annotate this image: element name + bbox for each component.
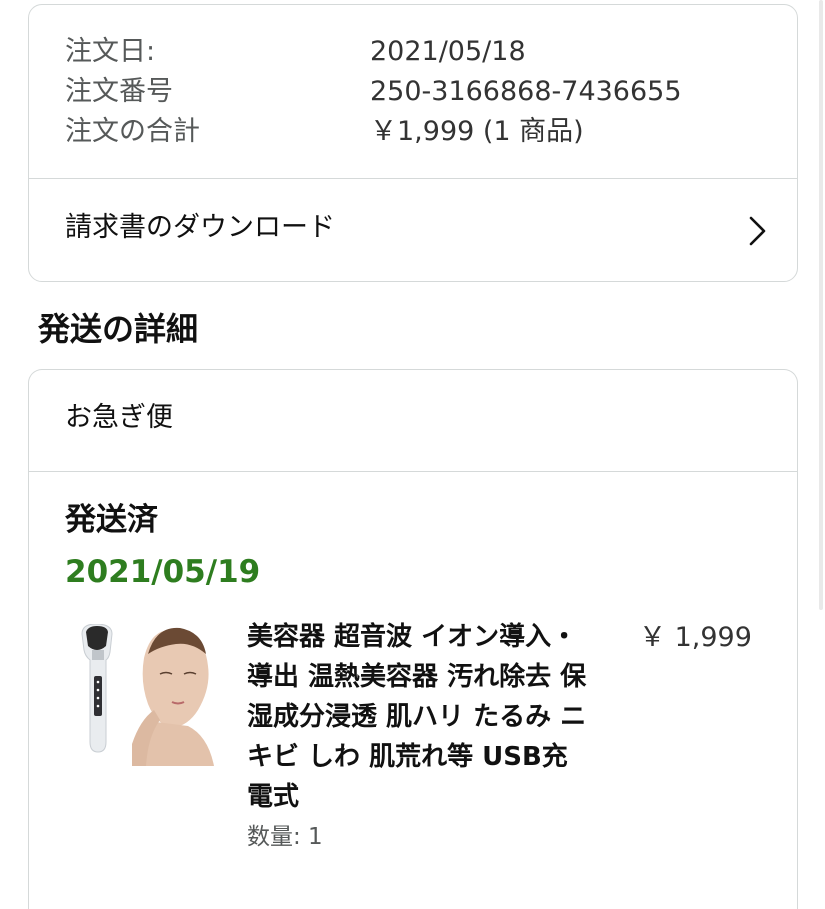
download-invoice-label: 請求書のダウンロード	[65, 212, 335, 243]
order-summary-card: 注文日: 2021/05/18 注文番号 250-3166868-7436655…	[28, 4, 798, 282]
chevron-right-icon	[749, 216, 766, 246]
shipping-speed-label: お急ぎ便	[65, 402, 173, 433]
product-price: ￥ 1,999	[639, 622, 752, 653]
order-total-value: ￥1,999 (1 商品)	[370, 116, 584, 147]
download-invoice-row[interactable]: 請求書のダウンロード	[29, 179, 797, 283]
order-total-label: 注文の合計	[65, 116, 200, 147]
shipment-status: 発送済	[65, 502, 158, 538]
page-scrollbar[interactable]	[819, 0, 823, 610]
product-image[interactable]	[76, 624, 218, 766]
shipping-details-card: お急ぎ便 発送済 2021/05/19 美容器 超音波 イオン導入・導出 温熱美…	[28, 369, 798, 909]
order-date-label: 注文日:	[65, 36, 156, 67]
product-title-link[interactable]: 美容器 超音波 イオン導入・導出 温熱美容器 汚れ除去 保湿成分浸透 肌ハリ た…	[247, 617, 587, 817]
product-quantity: 数量: 1	[247, 824, 323, 850]
shipment-status-date: 2021/05/19	[65, 554, 261, 590]
order-date-value: 2021/05/18	[370, 36, 526, 67]
card-divider	[29, 471, 797, 472]
order-number-value: 250-3166868-7436655	[370, 76, 682, 107]
order-number-label: 注文番号	[65, 76, 173, 107]
shipping-details-heading: 発送の詳細	[38, 310, 199, 348]
